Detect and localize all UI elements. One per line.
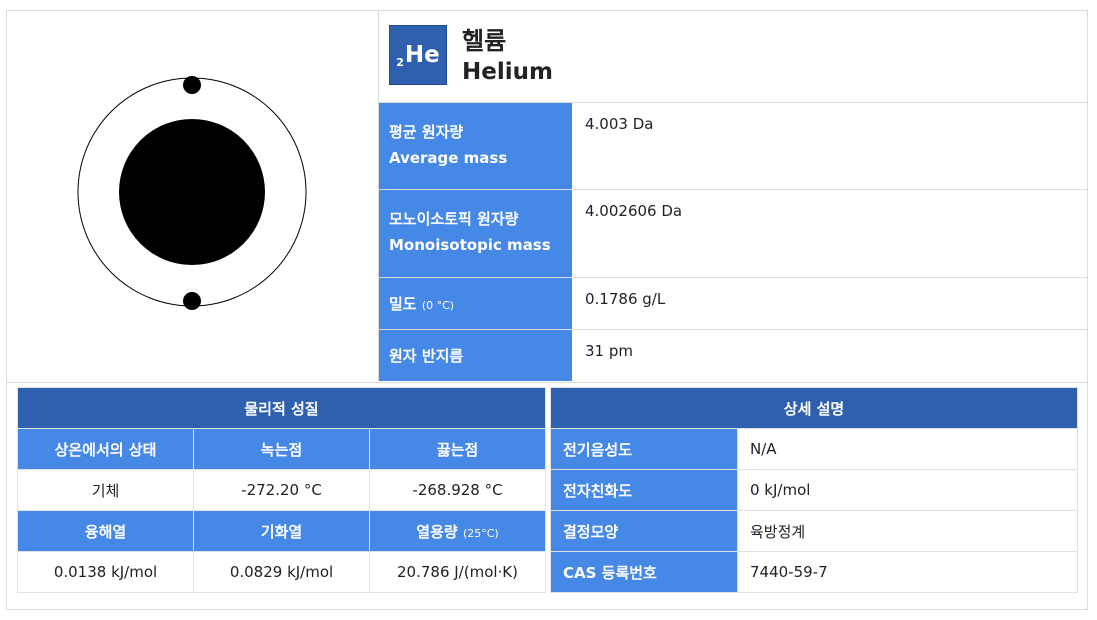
element-overview: 2 He 헬륨 Helium 평균 원자량 Average mass 4.003… [7,11,1087,381]
electron-bottom [183,292,201,310]
prop-label-ko: 밀도 [389,295,417,313]
element-header: 2 He 헬륨 Helium [379,11,1087,103]
header-heat-of-fusion: 융해열 [17,510,194,552]
electron-top [183,76,201,94]
value-boiling-point: -268.928 °C [369,469,546,511]
value-heat-of-fusion: 0.0138 kJ/mol [17,551,194,593]
prop-value: 31 pm [585,342,633,360]
details-title: 상세 설명 [550,387,1078,429]
prop-label: 원자 반지름 [379,330,572,381]
section-divider [7,382,1087,383]
header-melting-point: 녹는점 [193,428,370,470]
element-card: 2 He 헬륨 Helium 평균 원자량 Average mass 4.003… [6,10,1088,610]
detail-label-cas-number: CAS 등록번호 [550,551,738,593]
detail-value-electronegativity: N/A [737,428,1078,470]
bohr-model-diagram [7,11,379,381]
prop-label-ko: 평균 원자량 [389,123,464,141]
header-heat-capacity-label: 열용량 [416,522,458,541]
physical-properties-title: 물리적 성질 [17,387,546,429]
prop-row-average-mass: 평균 원자량 Average mass 4.003 Da [379,103,1087,190]
bohr-model-svg [77,76,307,310]
prop-label: 모노이소토픽 원자량 Monoisotopic mass [379,190,572,277]
detail-label-crystal-structure: 결정모양 [550,510,738,552]
element-symbol-box: 2 He [389,25,447,85]
prop-label-en: Monoisotopic mass [389,236,551,254]
header-heat-capacity-sub: (25°C) [462,526,499,540]
header-boiling-point: 끓는점 [369,428,546,470]
nucleus [119,119,265,265]
prop-value: 4.003 Da [585,115,654,133]
prop-row-density: 밀도 (0 °C) 0.1786 g/L [379,278,1087,330]
element-names: 헬륨 Helium [462,25,553,87]
detail-value-crystal-structure: 육방정계 [737,510,1078,552]
detail-value-electron-affinity: 0 kJ/mol [737,469,1078,511]
element-info: 2 He 헬륨 Helium 평균 원자량 Average mass 4.003… [379,11,1087,381]
prop-value: 4.002606 Da [585,202,683,220]
value-melting-point: -272.20 °C [193,469,370,511]
element-symbol: He [404,42,440,68]
header-heat-of-vaporization: 기화열 [193,510,370,552]
prop-value: 0.1786 g/L [585,290,666,308]
value-heat-of-vaporization: 0.0829 kJ/mol [193,551,370,593]
prop-row-atomic-radius: 원자 반지름 31 pm [379,330,1087,381]
value-heat-capacity: 20.786 J/(mol·K) [369,551,546,593]
header-heat-capacity: 열용량 (25°C) [369,510,546,552]
detail-label-electron-affinity: 전자친화도 [550,469,738,511]
value-state: 기체 [17,469,194,511]
detail-value-cas-number: 7440-59-7 [737,551,1078,593]
prop-label-ko: 원자 반지름 [389,347,464,365]
prop-label-en: Average mass [389,149,508,167]
physical-properties-table: 물리적 성질 상온에서의 상태 녹는점 끓는점 기체 -272.20 °C -2… [17,387,546,593]
detail-label-electronegativity: 전기음성도 [550,428,738,470]
element-name-ko: 헬륨 [462,27,507,55]
prop-row-monoisotopic-mass: 모노이소토픽 원자량 Monoisotopic mass 4.002606 Da [379,190,1087,278]
element-name-en: Helium [462,59,553,85]
atomic-number: 2 [396,55,404,69]
prop-label: 밀도 (0 °C) [379,278,572,329]
prop-label: 평균 원자량 Average mass [379,103,572,189]
header-state: 상온에서의 상태 [17,428,194,470]
details-table: 상세 설명 전기음성도 N/A 전자친화도 0 kJ/mol 결정모양 육방정계… [550,387,1078,593]
prop-label-ko: 모노이소토픽 원자량 [389,210,519,228]
prop-label-sub: (0 °C) [421,299,455,312]
